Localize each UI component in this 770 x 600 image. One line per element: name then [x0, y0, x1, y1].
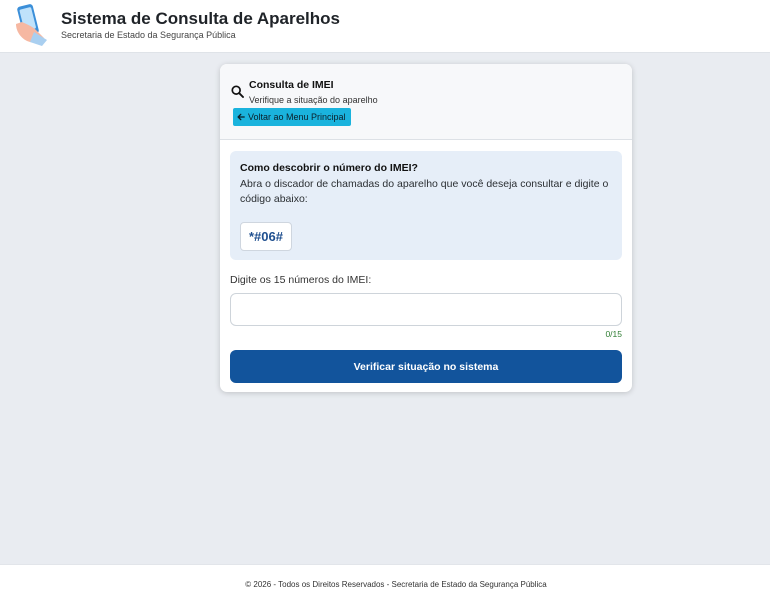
imei-input[interactable]	[230, 293, 622, 326]
arrow-left-icon	[237, 113, 245, 121]
phone-hand-icon	[16, 4, 47, 46]
help-text: Abra o discador de chamadas do aparelho …	[240, 178, 609, 205]
app-title: Sistema de Consulta de Aparelhos	[61, 9, 340, 28]
dial-code-chip: *#06#	[240, 222, 292, 251]
app-subtitle: Secretaria de Estado da Segurança Públic…	[61, 30, 236, 40]
verify-status-button[interactable]: Verificar situação no sistema	[230, 350, 622, 383]
back-to-menu-button[interactable]: Voltar ao Menu Principal	[233, 108, 351, 126]
imei-help-box: Como descobrir o número do IMEI? Abra o …	[230, 151, 622, 260]
app-header: Sistema de Consulta de Aparelhos Secreta…	[0, 0, 770, 53]
page-footer: © 2026 - Todos os Direitos Reservados - …	[0, 564, 770, 600]
imei-lookup-card: Consulta de IMEI Verifique a situação do…	[220, 64, 632, 392]
imei-field-label: Digite os 15 números do IMEI:	[230, 274, 372, 286]
card-subtitle: Verifique a situação do aparelho	[249, 95, 378, 105]
char-counter: 0/15	[605, 329, 622, 339]
back-button-label: Voltar ao Menu Principal	[248, 112, 346, 122]
card-header: Consulta de IMEI Verifique a situação do…	[220, 64, 632, 140]
help-title: Como descobrir o número do IMEI?	[240, 162, 418, 174]
search-icon	[231, 85, 244, 98]
card-title: Consulta de IMEI	[249, 79, 334, 91]
footer-text: © 2026 - Todos os Direitos Reservados - …	[245, 580, 547, 589]
